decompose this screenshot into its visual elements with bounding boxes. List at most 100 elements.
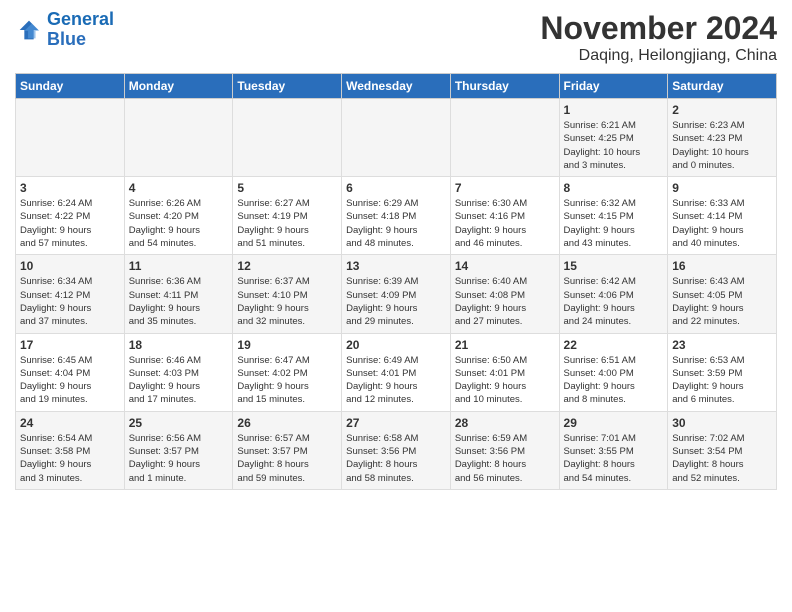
table-row: 1 Sunrise: 6:21 AM Sunset: 4:25 PM Daylig… xyxy=(559,99,668,177)
col-saturday: Saturday xyxy=(668,74,777,99)
table-row: 27Sunrise: 6:58 AM Sunset: 3:56 PM Dayli… xyxy=(342,411,451,489)
location: Daqing, Heilongjiang, China xyxy=(540,47,777,65)
col-monday: Monday xyxy=(124,74,233,99)
table-row: 20 Sunrise: 6:49 AM Sunset: 4:01 PM Dayli… xyxy=(342,333,451,411)
day-number: 9 xyxy=(672,181,772,195)
day-number: 13 xyxy=(346,259,446,273)
calendar-week-row: 24Sunrise: 6:54 AM Sunset: 3:58 PM Dayli… xyxy=(16,411,777,489)
day-info: Sunrise: 6:26 AM Sunset: 4:20 PM Dayligh… xyxy=(129,197,229,250)
day-number: 18 xyxy=(129,338,229,352)
day-number: 15 xyxy=(564,259,664,273)
table-row: 24Sunrise: 6:54 AM Sunset: 3:58 PM Dayli… xyxy=(16,411,125,489)
day-number: 2 xyxy=(672,103,772,117)
day-info: Sunrise: 6:21 AM Sunset: 4:25 PM Dayligh… xyxy=(564,119,664,172)
calendar-table: Sunday Monday Tuesday Wednesday Thursday… xyxy=(15,73,777,490)
day-number: 14 xyxy=(455,259,555,273)
day-number: 26 xyxy=(237,416,337,430)
table-row xyxy=(233,99,342,177)
table-row: 17Sunrise: 6:45 AM Sunset: 4:04 PM Dayli… xyxy=(16,333,125,411)
day-info: Sunrise: 6:57 AM Sunset: 3:57 PM Dayligh… xyxy=(237,432,337,485)
calendar-header-row: Sunday Monday Tuesday Wednesday Thursday… xyxy=(16,74,777,99)
day-number: 24 xyxy=(20,416,120,430)
day-number: 20 xyxy=(346,338,446,352)
day-number: 10 xyxy=(20,259,120,273)
calendar-week-row: 10 Sunrise: 6:34 AM Sunset: 4:12 PM Dayli… xyxy=(16,255,777,333)
day-number: 11 xyxy=(129,259,229,273)
title-section: November 2024 Daqing, Heilongjiang, Chin… xyxy=(540,10,777,65)
day-number: 25 xyxy=(129,416,229,430)
col-friday: Friday xyxy=(559,74,668,99)
col-wednesday: Wednesday xyxy=(342,74,451,99)
day-info: Sunrise: 6:27 AM Sunset: 4:19 PM Dayligh… xyxy=(237,197,337,250)
page-container: General Blue November 2024 Daqing, Heilo… xyxy=(0,0,792,500)
table-row xyxy=(342,99,451,177)
table-row: 25 Sunrise: 6:56 AM Sunset: 3:57 PM Dayli… xyxy=(124,411,233,489)
table-row: 13 Sunrise: 6:39 AM Sunset: 4:09 PM Dayli… xyxy=(342,255,451,333)
day-number: 29 xyxy=(564,416,664,430)
calendar-week-row: 1 Sunrise: 6:21 AM Sunset: 4:25 PM Daylig… xyxy=(16,99,777,177)
table-row: 18Sunrise: 6:46 AM Sunset: 4:03 PM Dayli… xyxy=(124,333,233,411)
table-row: 7 Sunrise: 6:30 AM Sunset: 4:16 PM Daylig… xyxy=(450,177,559,255)
col-sunday: Sunday xyxy=(16,74,125,99)
day-info: Sunrise: 6:36 AM Sunset: 4:11 PM Dayligh… xyxy=(129,275,229,328)
col-thursday: Thursday xyxy=(450,74,559,99)
day-number: 5 xyxy=(237,181,337,195)
calendar-week-row: 17Sunrise: 6:45 AM Sunset: 4:04 PM Dayli… xyxy=(16,333,777,411)
logo-text: General Blue xyxy=(47,10,114,50)
day-info: Sunrise: 6:24 AM Sunset: 4:22 PM Dayligh… xyxy=(20,197,120,250)
logo: General Blue xyxy=(15,10,114,50)
header: General Blue November 2024 Daqing, Heilo… xyxy=(15,10,777,65)
day-number: 3 xyxy=(20,181,120,195)
day-info: Sunrise: 6:56 AM Sunset: 3:57 PM Dayligh… xyxy=(129,432,229,485)
day-info: Sunrise: 6:50 AM Sunset: 4:01 PM Dayligh… xyxy=(455,354,555,407)
table-row: 22 Sunrise: 6:51 AM Sunset: 4:00 PM Dayli… xyxy=(559,333,668,411)
day-info: Sunrise: 6:39 AM Sunset: 4:09 PM Dayligh… xyxy=(346,275,446,328)
table-row: 29 Sunrise: 7:01 AM Sunset: 3:55 PM Dayli… xyxy=(559,411,668,489)
table-row xyxy=(450,99,559,177)
table-row: 6Sunrise: 6:29 AM Sunset: 4:18 PM Daylig… xyxy=(342,177,451,255)
day-info: Sunrise: 6:42 AM Sunset: 4:06 PM Dayligh… xyxy=(564,275,664,328)
table-row xyxy=(16,99,125,177)
table-row: 5 Sunrise: 6:27 AM Sunset: 4:19 PM Daylig… xyxy=(233,177,342,255)
day-info: Sunrise: 7:01 AM Sunset: 3:55 PM Dayligh… xyxy=(564,432,664,485)
day-info: Sunrise: 6:32 AM Sunset: 4:15 PM Dayligh… xyxy=(564,197,664,250)
day-info: Sunrise: 6:37 AM Sunset: 4:10 PM Dayligh… xyxy=(237,275,337,328)
day-number: 19 xyxy=(237,338,337,352)
day-info: Sunrise: 6:40 AM Sunset: 4:08 PM Dayligh… xyxy=(455,275,555,328)
day-number: 16 xyxy=(672,259,772,273)
table-row: 16 Sunrise: 6:43 AM Sunset: 4:05 PM Dayli… xyxy=(668,255,777,333)
table-row: 15 Sunrise: 6:42 AM Sunset: 4:06 PM Dayli… xyxy=(559,255,668,333)
day-number: 8 xyxy=(564,181,664,195)
day-info: Sunrise: 6:49 AM Sunset: 4:01 PM Dayligh… xyxy=(346,354,446,407)
day-number: 12 xyxy=(237,259,337,273)
table-row: 2 Sunrise: 6:23 AM Sunset: 4:23 PM Daylig… xyxy=(668,99,777,177)
day-number: 17 xyxy=(20,338,120,352)
day-number: 6 xyxy=(346,181,446,195)
day-number: 23 xyxy=(672,338,772,352)
day-info: Sunrise: 6:43 AM Sunset: 4:05 PM Dayligh… xyxy=(672,275,772,328)
table-row: 4Sunrise: 6:26 AM Sunset: 4:20 PM Daylig… xyxy=(124,177,233,255)
table-row: 23 Sunrise: 6:53 AM Sunset: 3:59 PM Dayli… xyxy=(668,333,777,411)
table-row: 10 Sunrise: 6:34 AM Sunset: 4:12 PM Dayli… xyxy=(16,255,125,333)
table-row: 26 Sunrise: 6:57 AM Sunset: 3:57 PM Dayli… xyxy=(233,411,342,489)
day-info: Sunrise: 6:23 AM Sunset: 4:23 PM Dayligh… xyxy=(672,119,772,172)
day-number: 7 xyxy=(455,181,555,195)
table-row xyxy=(124,99,233,177)
table-row: 3 Sunrise: 6:24 AM Sunset: 4:22 PM Daylig… xyxy=(16,177,125,255)
table-row: 8 Sunrise: 6:32 AM Sunset: 4:15 PM Daylig… xyxy=(559,177,668,255)
day-info: Sunrise: 6:34 AM Sunset: 4:12 PM Dayligh… xyxy=(20,275,120,328)
calendar-body: 1 Sunrise: 6:21 AM Sunset: 4:25 PM Daylig… xyxy=(16,99,777,490)
day-info: Sunrise: 6:53 AM Sunset: 3:59 PM Dayligh… xyxy=(672,354,772,407)
day-info: Sunrise: 6:51 AM Sunset: 4:00 PM Dayligh… xyxy=(564,354,664,407)
table-row: 11 Sunrise: 6:36 AM Sunset: 4:11 PM Dayli… xyxy=(124,255,233,333)
month-title: November 2024 xyxy=(540,10,777,47)
table-row: 9Sunrise: 6:33 AM Sunset: 4:14 PM Daylig… xyxy=(668,177,777,255)
table-row: 14 Sunrise: 6:40 AM Sunset: 4:08 PM Dayli… xyxy=(450,255,559,333)
day-info: Sunrise: 6:30 AM Sunset: 4:16 PM Dayligh… xyxy=(455,197,555,250)
day-info: Sunrise: 6:47 AM Sunset: 4:02 PM Dayligh… xyxy=(237,354,337,407)
day-number: 22 xyxy=(564,338,664,352)
table-row: 12 Sunrise: 6:37 AM Sunset: 4:10 PM Dayli… xyxy=(233,255,342,333)
day-number: 1 xyxy=(564,103,664,117)
table-row: 21Sunrise: 6:50 AM Sunset: 4:01 PM Dayli… xyxy=(450,333,559,411)
logo-icon xyxy=(15,16,43,44)
